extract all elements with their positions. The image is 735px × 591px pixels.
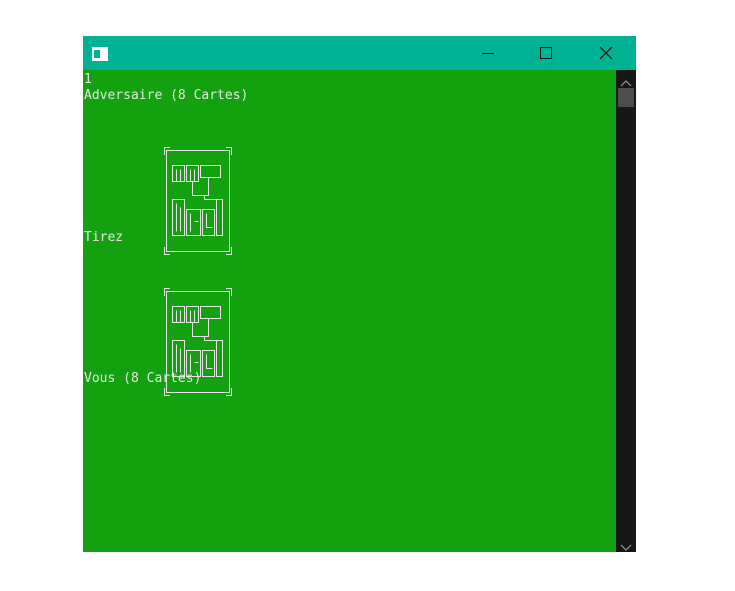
maximize-icon	[540, 47, 552, 59]
scrollbar-thumb[interactable]	[618, 88, 634, 107]
console-app-icon[interactable]	[92, 46, 108, 65]
maximize-button[interactable]	[517, 36, 575, 70]
close-icon	[599, 46, 612, 60]
minimize-icon	[482, 53, 494, 54]
opponent-label: Adversaire (8 Cartes)	[84, 88, 249, 103]
close-button[interactable]	[575, 36, 636, 70]
title-bar[interactable]	[83, 36, 636, 70]
vertical-scrollbar[interactable]	[616, 70, 636, 552]
line-counter: 1	[84, 72, 92, 87]
draw-prompt: Tirez	[84, 230, 124, 245]
chevron-down-icon[interactable]	[620, 537, 632, 556]
console-window: 1 Adversaire (8 Cartes) Tirez Vous (8 Ca…	[83, 36, 636, 552]
opponent-card-back	[164, 147, 232, 255]
player-label: Vous (8 Cartes)	[84, 371, 202, 386]
console-output: 1 Adversaire (8 Cartes) Tirez Vous (8 Ca…	[83, 70, 616, 552]
minimize-button[interactable]	[459, 36, 517, 70]
